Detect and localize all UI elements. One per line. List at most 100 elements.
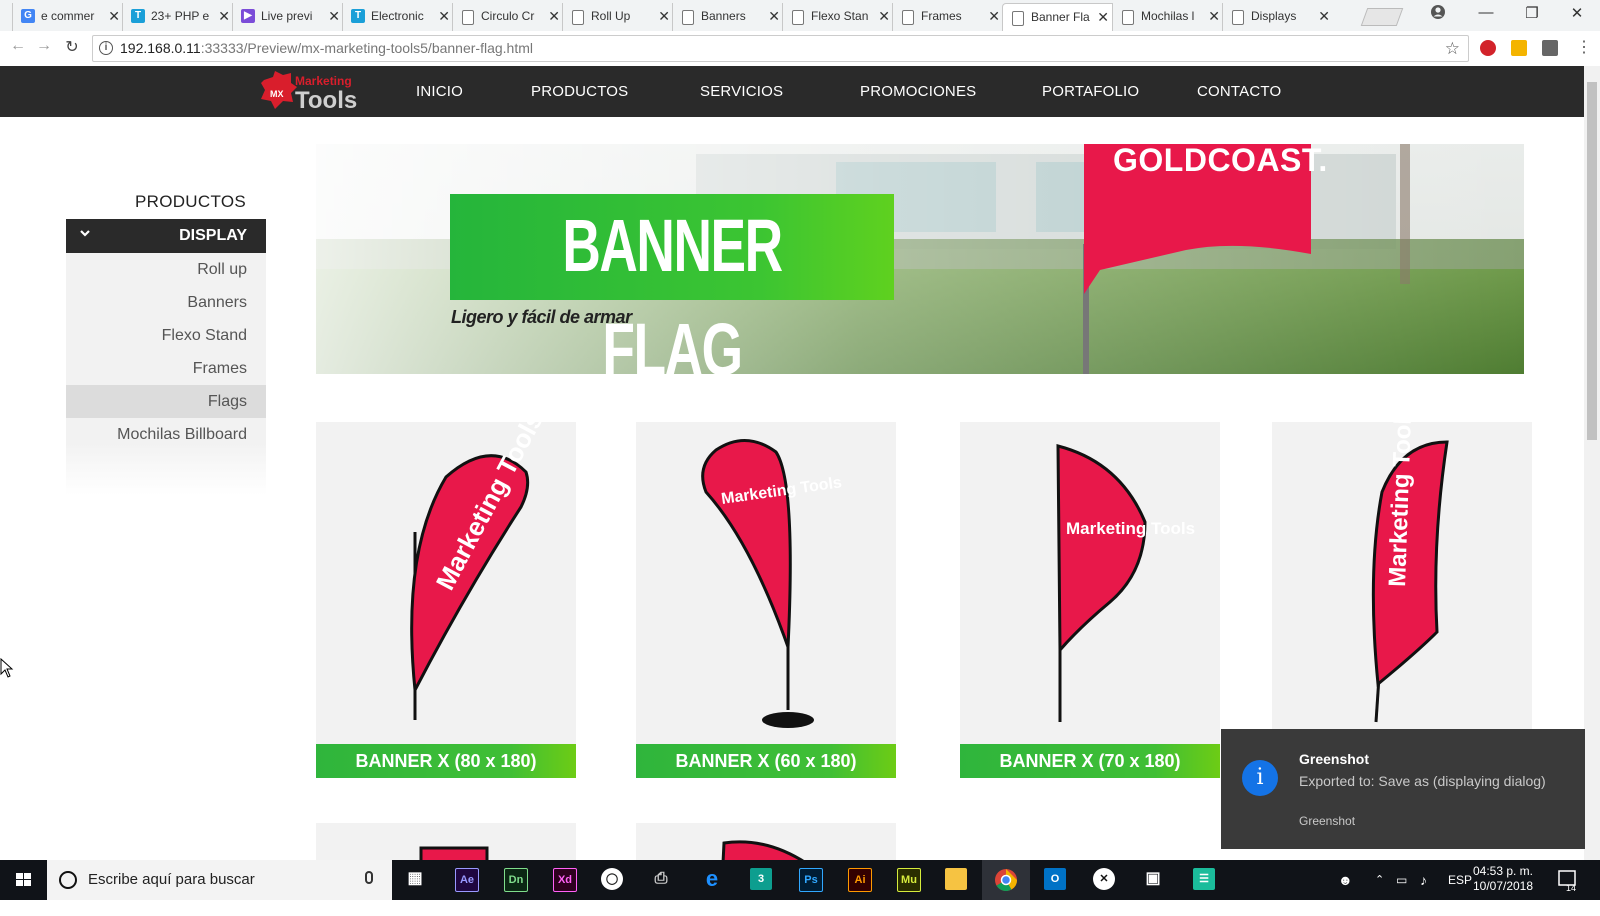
notification-toast[interactable]: i Greenshot Exported to: Save as (displa…: [1221, 729, 1585, 849]
chrome-taskbar-active[interactable]: [982, 860, 1030, 900]
browser-tab[interactable]: Circulo Cr ✕: [452, 3, 566, 31]
bookmark-star-icon[interactable]: ☆: [1445, 36, 1460, 61]
nav-productos[interactable]: PRODUCTOS: [531, 66, 628, 117]
after-effects-icon[interactable]: Ae: [455, 868, 479, 892]
teardrop-flag-image: Marketing Tools: [410, 422, 549, 720]
browser-tab[interactable]: T Electronic ✕: [342, 3, 456, 31]
task-view-icon[interactable]: ▦: [404, 868, 426, 890]
forward-arrow-icon[interactable]: →: [34, 37, 54, 55]
browser-tab[interactable]: Banners ✕: [672, 3, 786, 31]
browser-tab[interactable]: Ge commer ✕: [12, 3, 126, 31]
tab-close-icon[interactable]: ✕: [548, 3, 560, 29]
site-info-icon[interactable]: i: [99, 41, 113, 55]
network-icon[interactable]: ▭: [1396, 860, 1407, 900]
mouse-cursor-icon: [0, 658, 14, 678]
green-app-icon[interactable]: ☰: [1193, 868, 1215, 890]
browser-tab[interactable]: T 23+ PHP e ✕: [122, 3, 236, 31]
page-scrollbar[interactable]: [1584, 66, 1600, 860]
tab-close-icon[interactable]: ✕: [1097, 4, 1109, 30]
restore-button[interactable]: ❐: [1522, 4, 1542, 22]
close-window-button[interactable]: ✕: [1567, 4, 1587, 22]
nav-servicios[interactable]: SERVICIOS: [700, 66, 783, 117]
photoshop-icon[interactable]: Ps: [799, 868, 823, 892]
product-card[interactable]: Marketing Tools BANNER X (80 x 180): [316, 422, 576, 778]
address-bar[interactable]: i 192.168.0.11:33333/Preview/mx-marketin…: [92, 35, 1469, 62]
action-center-icon[interactable]: 14: [1557, 860, 1579, 900]
product-card[interactable]: Marketing Tools: [1272, 422, 1532, 778]
hero-flag-brand-text: GOLDCOAST.: [1113, 144, 1328, 178]
edge-browser-icon[interactable]: e: [701, 868, 723, 890]
tab-label: Flexo Stan: [811, 9, 869, 23]
tab-close-icon[interactable]: ✕: [658, 3, 670, 29]
product-label[interactable]: BANNER X (70 x 180): [960, 744, 1220, 778]
tab-close-icon[interactable]: ✕: [328, 3, 340, 29]
tab-close-icon[interactable]: ✕: [218, 3, 230, 29]
tab-close-icon[interactable]: ✕: [878, 3, 890, 29]
browser-tab[interactable]: Flexo Stan ✕: [782, 3, 896, 31]
file-explorer-icon[interactable]: [945, 868, 967, 890]
outlook-icon[interactable]: O: [1044, 868, 1066, 890]
sidebar-item-flexo-stand[interactable]: Flexo Stand: [66, 319, 266, 352]
sidebar-category-display[interactable]: DISPLAY: [66, 219, 266, 253]
product-label[interactable]: BANNER X (60 x 180): [636, 744, 896, 778]
tab-close-icon[interactable]: ✕: [1208, 3, 1220, 29]
start-button[interactable]: [0, 860, 47, 900]
sidebar-item-mochilas-billboard[interactable]: Mochilas Billboard: [66, 418, 266, 451]
volume-icon[interactable]: ♪: [1420, 860, 1427, 900]
tab-label: Banner Fla: [1031, 10, 1090, 24]
xbox-icon[interactable]: ✕: [1093, 868, 1115, 890]
site-navbar: MX Marketing Tools INICIO PRODUCTOS SERV…: [0, 66, 1600, 117]
back-arrow-icon[interactable]: ←: [8, 37, 28, 55]
minimize-button[interactable]: —: [1476, 4, 1496, 21]
muse-icon[interactable]: Mu: [897, 868, 921, 892]
tab-label: 23+ PHP e: [151, 9, 210, 23]
clock-date: 10/07/2018: [1472, 879, 1534, 893]
people-icon[interactable]: ☻: [1338, 860, 1353, 900]
browser-tab[interactable]: Frames ✕: [892, 3, 1006, 31]
illustrator-icon[interactable]: Ai: [848, 868, 872, 892]
browser-tab[interactable]: Displays ✕: [1222, 3, 1336, 31]
browser-tab[interactable]: Roll Up ✕: [562, 3, 676, 31]
browser-tab[interactable]: Mochilas l ✕: [1112, 3, 1226, 31]
tab-close-icon[interactable]: ✕: [108, 3, 120, 29]
taskbar-search-input[interactable]: Escribe aquí para buscar: [47, 860, 392, 900]
nav-portafolio[interactable]: PORTAFOLIO: [1042, 66, 1139, 117]
scrollbar-thumb[interactable]: [1587, 82, 1597, 440]
toast-title: Greenshot: [1299, 751, 1370, 767]
profile-icon[interactable]: [1428, 4, 1448, 24]
tab-close-icon[interactable]: ✕: [768, 3, 780, 29]
nav-promociones[interactable]: PROMOCIONES: [860, 66, 976, 117]
chrome-icon: [995, 869, 1017, 891]
printer-app-icon[interactable]: ⎙: [650, 868, 672, 890]
product-card[interactable]: Marketing Tools BANNER X (70 x 180): [960, 422, 1220, 778]
3ds-max-icon[interactable]: 3: [750, 868, 772, 890]
sidebar-item-frames[interactable]: Frames: [66, 352, 266, 385]
nav-contacto[interactable]: CONTACTO: [1197, 66, 1281, 117]
product-label[interactable]: BANNER X (80 x 180): [316, 744, 576, 778]
product-card[interactable]: Marketing Tools BANNER X (60 x 180): [636, 422, 896, 778]
taskbar-clock[interactable]: 04:53 p. m. 10/07/2018: [1468, 864, 1538, 894]
page-icon: [682, 10, 694, 25]
dimension-icon[interactable]: Dn: [504, 868, 528, 892]
sidebar-item-banners[interactable]: Banners: [66, 286, 266, 319]
extension-icon[interactable]: [1511, 40, 1527, 56]
opera-extension-icon[interactable]: [1480, 40, 1496, 56]
tray-chevron-up-icon[interactable]: ⌃: [1375, 860, 1384, 900]
chrome-menu-icon[interactable]: ⋮: [1574, 37, 1594, 57]
nav-inicio[interactable]: INICIO: [416, 66, 463, 117]
sidebar-item-flags[interactable]: Flags: [66, 385, 266, 418]
tab-close-icon[interactable]: ✕: [438, 3, 450, 29]
extension-stack-icon[interactable]: [1542, 40, 1558, 56]
tab-close-icon[interactable]: ✕: [1318, 3, 1330, 29]
tab-close-icon[interactable]: ✕: [988, 3, 1000, 29]
reload-icon[interactable]: ↻: [62, 37, 82, 57]
store-icon[interactable]: ▣: [1142, 868, 1164, 890]
compass-app-icon[interactable]: ◯: [601, 868, 623, 890]
microphone-icon[interactable]: [365, 871, 373, 884]
browser-tab[interactable]: ▶ Live previ ✕: [232, 3, 346, 31]
xd-icon[interactable]: Xd: [553, 868, 577, 892]
marketing-tools-logo[interactable]: MX Marketing Tools: [261, 71, 361, 114]
sidebar-item-roll-up[interactable]: Roll up: [66, 253, 266, 286]
browser-tab[interactable]: Banner Fla ✕: [1002, 3, 1116, 31]
new-tab-button[interactable]: [1360, 8, 1404, 26]
